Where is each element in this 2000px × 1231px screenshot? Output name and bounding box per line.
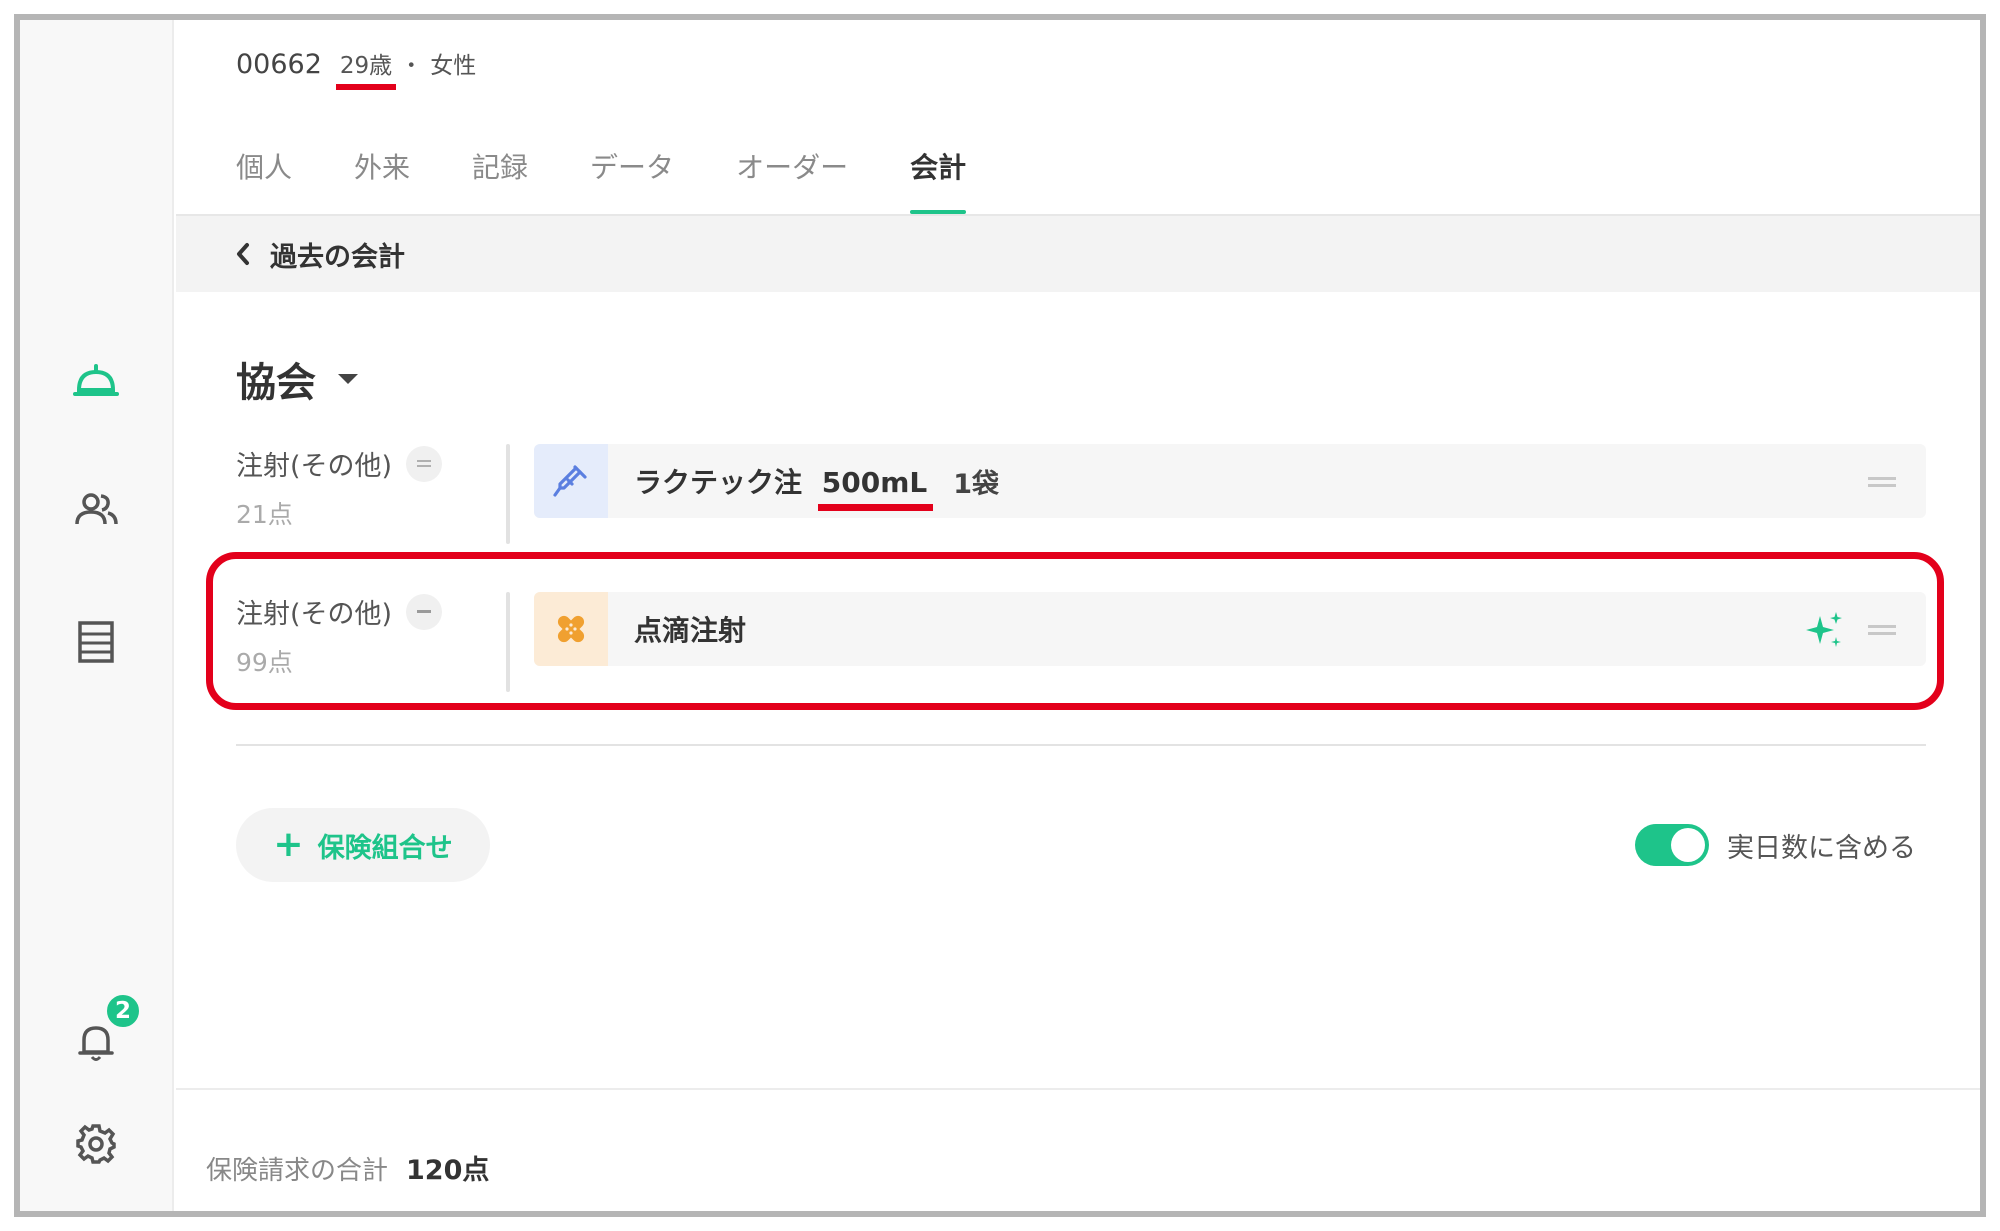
tab-outpatient[interactable]: 外来 [354,132,410,214]
reception-bell-icon[interactable] [70,354,122,406]
tab-records[interactable]: 記録 [472,132,528,214]
drug-volume: 500mL [821,466,928,499]
total-value: 120点 [406,1155,490,1186]
toggle-label: 実日数に含める [1727,832,1916,864]
tab-orders[interactable]: オーダー [736,132,848,214]
drag-handle-icon[interactable] [1868,477,1896,487]
footer-divider [176,1088,1980,1090]
add-button-label: 保険組合せ [317,832,453,864]
count-actual-days-setting: 実日数に含める [1635,824,1916,866]
order-points: 21点 [236,500,293,529]
plus-icon: + [273,824,304,865]
caret-down-icon [338,374,358,384]
patient-id: 00662 [236,49,322,80]
insurer-name: 協会 [236,360,316,406]
tab-billing[interactable]: 会計 [910,132,967,214]
equal-toggle-icon[interactable] [406,445,443,482]
category-label: 注射(その他) [236,451,393,482]
add-insurance-combination-button[interactable]: + 保険組合せ [236,808,490,882]
main-content: 00662 29歳 ・ 女性 個人 外来 記録 データ オーダー 会計 過去の会… [176,20,1980,1211]
tab-data[interactable]: データ [590,132,674,214]
syringe-icon [534,444,608,518]
count-actual-days-toggle[interactable] [1635,824,1709,866]
row-divider [506,444,510,544]
section-divider [236,744,1926,746]
insurer-selector[interactable]: 協会 [236,350,358,408]
list-icon[interactable] [70,616,122,668]
order-card[interactable]: ラクテック注 500mL 1袋 [534,444,1926,518]
footer-total: 保険請求の合計 120点 [206,1148,489,1187]
total-label: 保険請求の合計 [206,1156,389,1186]
back-label: 過去の会計 [270,241,405,273]
patient-header: 00662 29歳 ・ 女性 [236,46,477,90]
order-category: 注射(その他) 21点 [236,444,496,531]
settings-gear-icon[interactable] [70,1118,122,1170]
order-quantity: 1袋 [953,468,1000,500]
back-to-past-billing[interactable]: 過去の会計 [176,216,1980,292]
separator: ・ [400,54,423,79]
side-rail: 2 [20,20,174,1211]
app-window: 2 00662 29歳 ・ 女性 個人 外来 記録 データ オーダー 会計 過去… [14,14,1986,1217]
patient-sex: 女性 [430,53,477,79]
annotation-highlight-box [206,552,1944,710]
order-title: ラクテック注 500mL [634,461,927,501]
chevron-left-icon [234,242,258,266]
tab-personal[interactable]: 個人 [236,132,292,214]
notification-count-badge: 2 [104,992,142,1030]
drug-name: ラクテック注 [634,466,803,499]
order-row: 注射(その他) 21点 ラクテック注 500mL 1袋 [236,444,1926,544]
patients-icon[interactable] [70,484,122,536]
patient-age: 29歳 [335,46,397,90]
tab-bar: 個人 外来 記録 データ オーダー 会計 [236,132,1028,214]
